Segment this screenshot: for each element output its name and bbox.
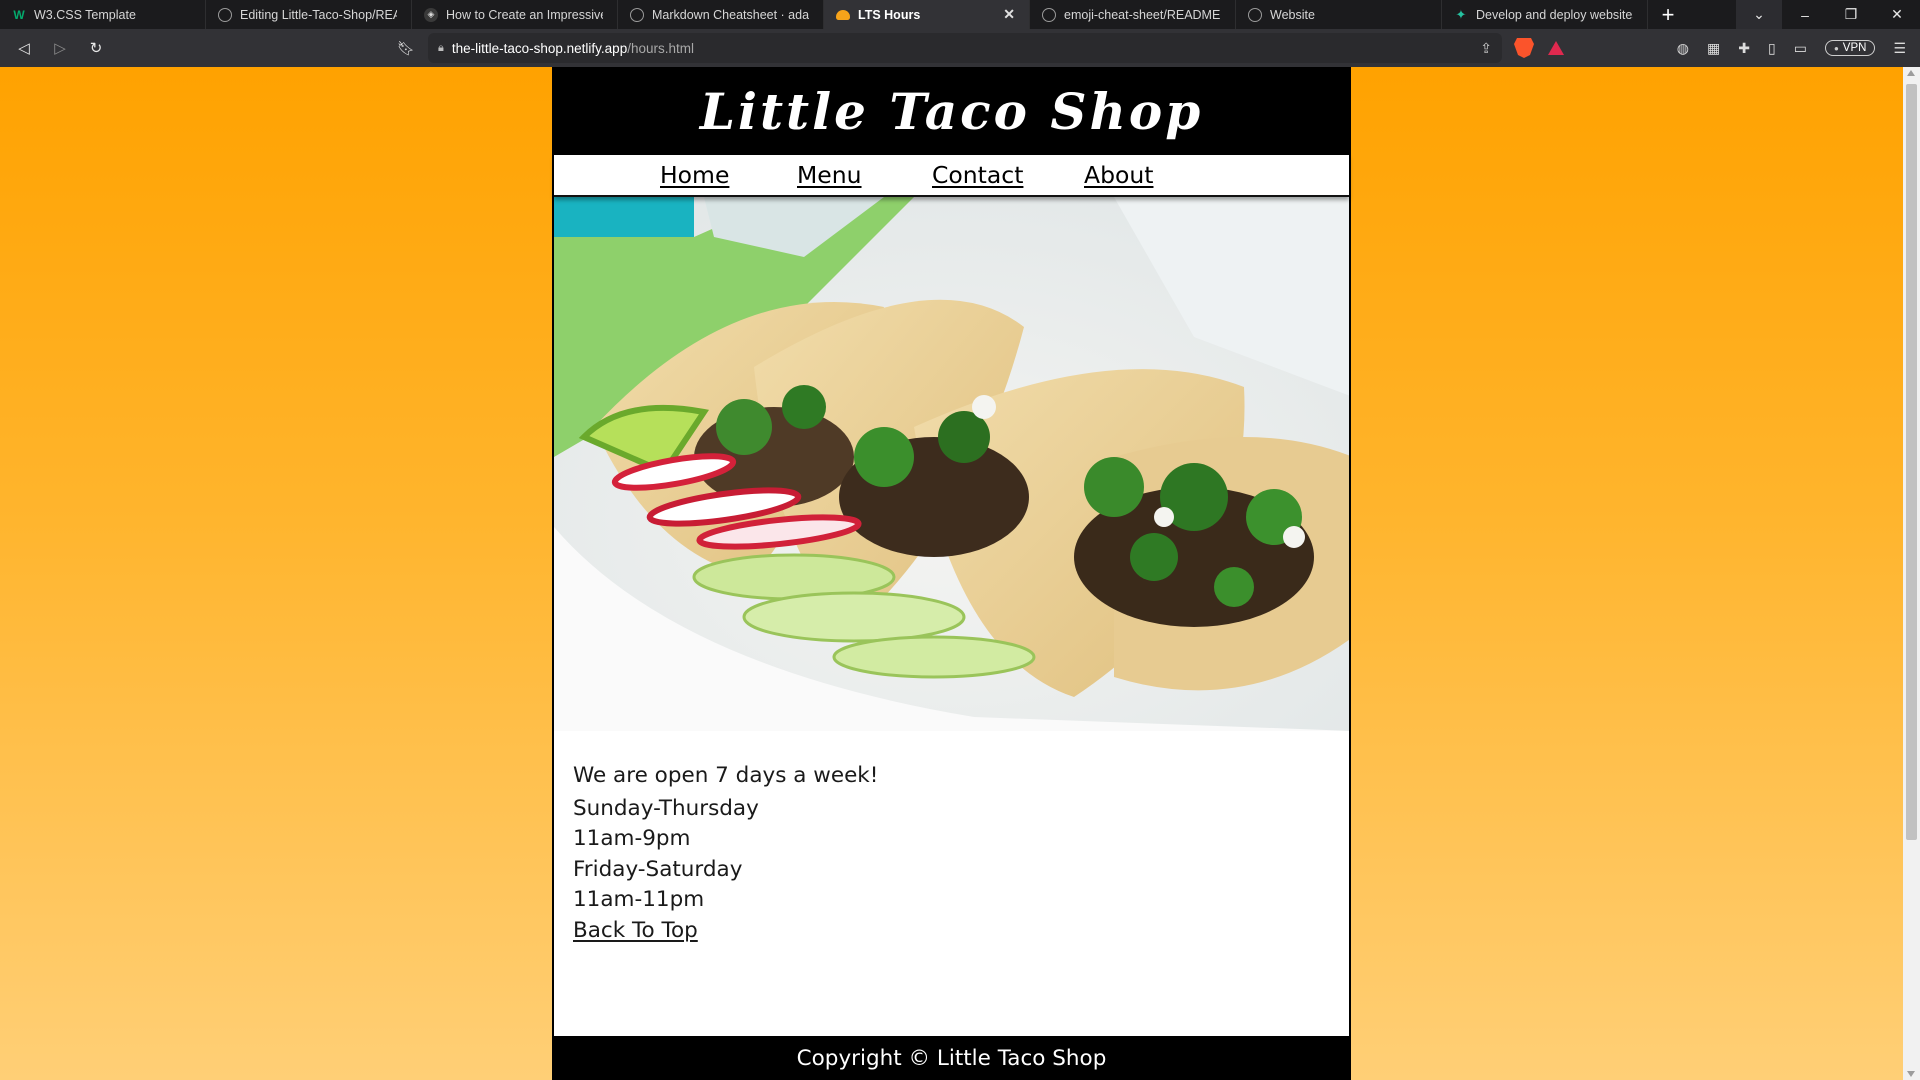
tab-search-dropdown-icon[interactable]: ⌄ [1736, 0, 1782, 29]
hours-time-weekend: 11am-11pm [573, 887, 705, 912]
page-viewport: Little Taco Shop Home Menu Contact About [0, 67, 1920, 1080]
back-to-top-link[interactable]: Back To Top [573, 918, 698, 943]
url-host: the-little-taco-shop.netlify.app [451, 40, 628, 56]
scroll-thumb[interactable] [1906, 84, 1917, 840]
github-icon [1042, 7, 1056, 22]
tab-strip: W W3.CSS Template Editing Little-Taco-Sh… [0, 0, 1920, 29]
tab-lts-hours[interactable]: LTS Hours ✕ [824, 0, 1030, 29]
hero-image [554, 197, 1349, 731]
sidebar-icon[interactable]: ▯ [1768, 40, 1776, 57]
taco-icon [836, 9, 850, 20]
lock-icon: 🔒︎ [438, 41, 444, 54]
puzzle-icon[interactable]: ✚ [1738, 40, 1750, 57]
scroll-up-icon[interactable] [1907, 70, 1915, 76]
tab-markdown-cheatsheet[interactable]: Markdown Cheatsheet · adam-p [618, 0, 824, 29]
nav-home-link[interactable]: Home [660, 161, 729, 189]
close-tab-icon[interactable]: ✕ [1003, 6, 1015, 23]
tab-title: Website [1270, 7, 1315, 22]
nav-contact-link[interactable]: Contact [932, 161, 1023, 189]
tab-netlify[interactable]: ✦ Develop and deploy websites a [1442, 0, 1648, 29]
brave-shields-icon[interactable] [1514, 38, 1534, 58]
tab-title: Markdown Cheatsheet · adam-p [652, 7, 809, 22]
site-title: Little Taco Shop [699, 81, 1204, 141]
netlify-icon: ✦ [1455, 6, 1467, 22]
nav-menu-link[interactable]: Menu [797, 161, 862, 189]
tab-emoji-cheat-sheet[interactable]: emoji-cheat-sheet/README.md [1030, 0, 1236, 29]
tab-title: Editing Little-Taco-Shop/READM [240, 7, 397, 22]
hours-time-weekday: 11am-9pm [573, 826, 691, 851]
tab-title: emoji-cheat-sheet/README.md [1064, 7, 1221, 22]
share-icon[interactable]: ⇪ [1480, 40, 1492, 57]
vpn-button[interactable]: VPN [1824, 40, 1876, 56]
site-footer: Copyright © Little Taco Shop [554, 1036, 1349, 1080]
tab-editing-readme[interactable]: Editing Little-Taco-Shop/READM [206, 0, 412, 29]
back-icon[interactable]: ◁ [8, 33, 40, 63]
hashnode-icon: ◈ [424, 7, 438, 22]
github-icon [630, 7, 644, 22]
hours-content: We are open 7 days a week! Sunday-Thursd… [554, 731, 1349, 946]
tab-w3css-template[interactable]: W W3.CSS Template [0, 0, 206, 29]
tab-title: Develop and deploy websites a [1476, 7, 1633, 22]
toolbar-right: ◍ ▦ ✚ ▯ ▭ VPN ☰ [1677, 40, 1920, 57]
site-container: Little Taco Shop Home Menu Contact About [552, 67, 1351, 1080]
wallet-icon[interactable]: ▭ [1794, 40, 1807, 57]
tacos-photo [554, 197, 1349, 731]
github-icon [218, 7, 232, 22]
tab-title: LTS Hours [858, 7, 921, 22]
tab-title: How to Create an Impressive Gi [446, 7, 603, 22]
page-scrollbar[interactable] [1903, 67, 1920, 1080]
url-path: /hours.html [627, 40, 694, 56]
tab-title: W3.CSS Template [34, 7, 136, 22]
bookmark-icon[interactable]: 🔖︎ [392, 40, 420, 57]
forward-icon[interactable]: ▷ [44, 33, 76, 63]
scroll-down-icon[interactable] [1907, 1071, 1915, 1077]
globe-icon [1248, 7, 1262, 22]
hours-days-weekend: Friday-Saturday [573, 856, 743, 882]
nav-about-link[interactable]: About [1084, 161, 1153, 189]
hours-days-weekday: Sunday-Thursday [573, 795, 759, 821]
tab-website[interactable]: Website [1236, 0, 1442, 29]
brave-rewards-icon[interactable] [1548, 41, 1564, 55]
tab-impressive-github[interactable]: ◈ How to Create an Impressive Gi [412, 0, 618, 29]
close-window-button[interactable]: ✕ [1874, 0, 1920, 29]
w3schools-icon: W [13, 7, 25, 22]
restore-button[interactable]: ❐ [1828, 0, 1874, 29]
site-header: Little Taco Shop [554, 67, 1349, 155]
new-tab-button[interactable]: + [1648, 0, 1688, 29]
extension-icon[interactable]: ◍ [1677, 40, 1689, 57]
reload-icon[interactable]: ↻ [80, 33, 112, 63]
browser-toolbar: ◁ ▷ ↻ 🔖︎ 🔒︎ the-little-taco-shop.netlify… [0, 29, 1920, 67]
open-days-text: We are open 7 days a week! [573, 763, 879, 788]
window-controls: ⌄ – ❐ ✕ [1736, 0, 1920, 29]
menu-icon[interactable]: ☰ [1893, 40, 1906, 57]
address-bar[interactable]: 🔒︎ the-little-taco-shop.netlify.app/hour… [428, 33, 1502, 63]
site-nav: Home Menu Contact About [554, 155, 1349, 197]
minimize-button[interactable]: – [1782, 0, 1828, 29]
sheets-extension-icon[interactable]: ▦ [1707, 40, 1720, 57]
